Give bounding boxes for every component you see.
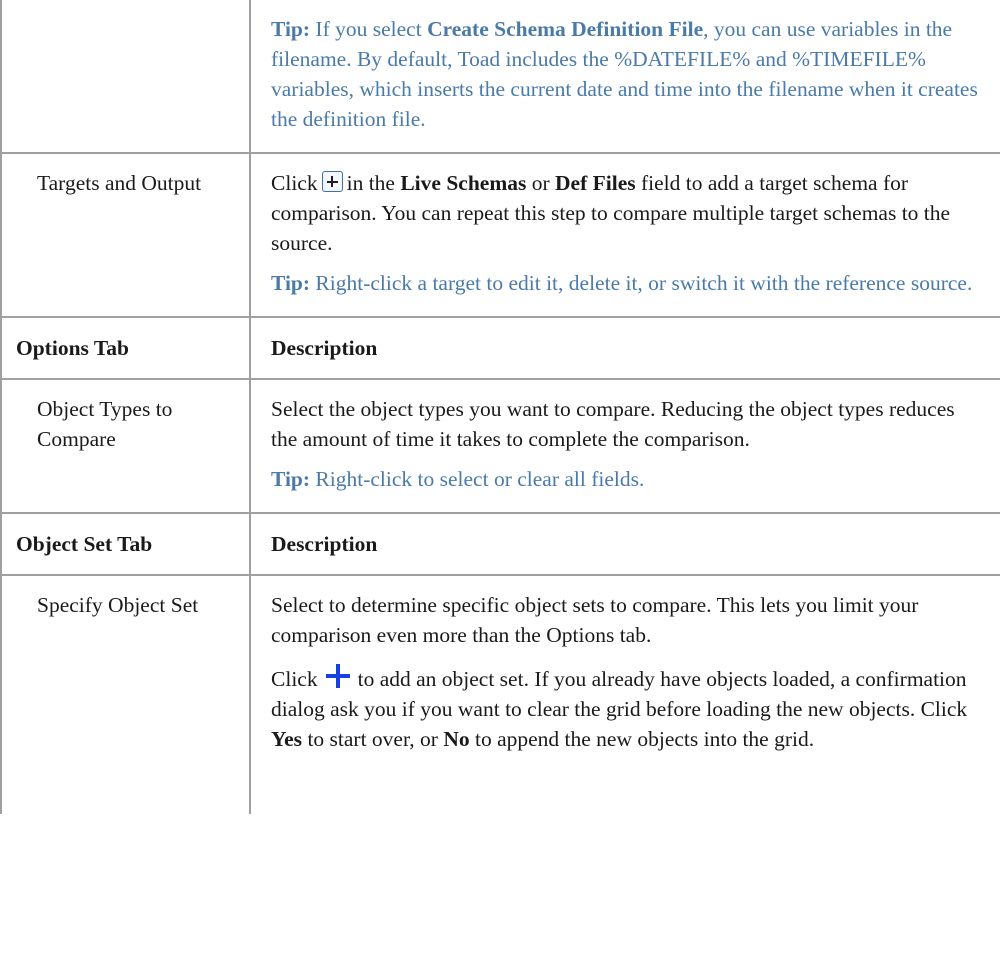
text: in the [346,171,395,195]
tip-label: Tip: [271,467,311,491]
tip-label: Tip: [271,17,311,41]
header-cell: Description [250,512,1000,575]
row-label [2,0,249,32]
text: to add an object set. If you already hav… [271,667,968,721]
row-label-cell: Targets and Output [0,152,251,317]
tip-label: Tip: [271,271,311,295]
table-row: Tip: If you select Create Schema Definit… [0,0,1000,153]
description-paragraph: Select to determine specific object sets… [271,593,919,647]
text: Click [271,171,318,195]
text: to start over, or [307,727,438,751]
table-row: Specify Object Set Select to determine s… [0,574,1000,814]
ui-term: No [443,727,470,751]
description-paragraph: Click in the Live Schemas or Def Files fi… [271,168,978,258]
description-paragraph: Click to add an object set. If you alread… [271,664,978,754]
options-table: Tip: If you select Create Schema Definit… [0,0,1000,814]
row-label-cell [0,0,251,153]
tip-paragraph: Tip: Right-click to select or clear all … [271,464,978,494]
text: If you select [315,17,422,41]
ui-term: Yes [271,727,303,751]
header-description: Description [271,336,378,360]
header-cell: Object Set Tab [0,512,251,575]
text: to append the new objects into the grid. [474,727,815,751]
text: Click [271,667,318,691]
ui-term: Create Schema Definition File [427,17,704,41]
header-cell: Options Tab [0,316,251,379]
text: Right-click a target to edit it, delete … [315,271,973,295]
text: or [531,171,550,195]
ui-term: Def Files [555,171,636,195]
tip-paragraph: Tip: If you select Create Schema Definit… [271,14,978,134]
row-description-cell: Select to determine specific object sets… [250,574,1000,814]
row-label-cell: Specify Object Set [0,574,251,814]
table-header-row: Object Set Tab Description [0,512,1000,575]
header-options-tab: Options Tab [16,336,129,360]
table-header-row: Options Tab Description [0,316,1000,379]
row-description-cell: Select the object types you want to comp… [250,378,1000,513]
row-description-cell: Tip: If you select Create Schema Definit… [250,0,1000,153]
description-paragraph: Select the object types you want to comp… [271,397,955,451]
text: Right-click to select or clear all field… [315,467,645,491]
row-label-object-types: Object Types to Compare [37,397,173,451]
row-label-specify-object-set: Specify Object Set [37,593,199,617]
add-box-icon [321,171,343,192]
row-description-cell: Click in the Live Schemas or Def Files fi… [250,152,1000,317]
ui-term: Live Schemas [400,171,527,195]
row-label-targets-and-output: Targets and Output [37,171,202,195]
header-description: Description [271,532,378,556]
plus-icon [325,664,350,688]
header-object-set-tab: Object Set Tab [16,532,153,556]
tip-paragraph: Tip: Right-click a target to edit it, de… [271,268,978,298]
table-row: Targets and Output Click in the Live Sche… [0,152,1000,317]
table-row: Object Types to Compare Select the objec… [0,378,1000,513]
header-cell: Description [250,316,1000,379]
row-label-cell: Object Types to Compare [0,378,251,513]
